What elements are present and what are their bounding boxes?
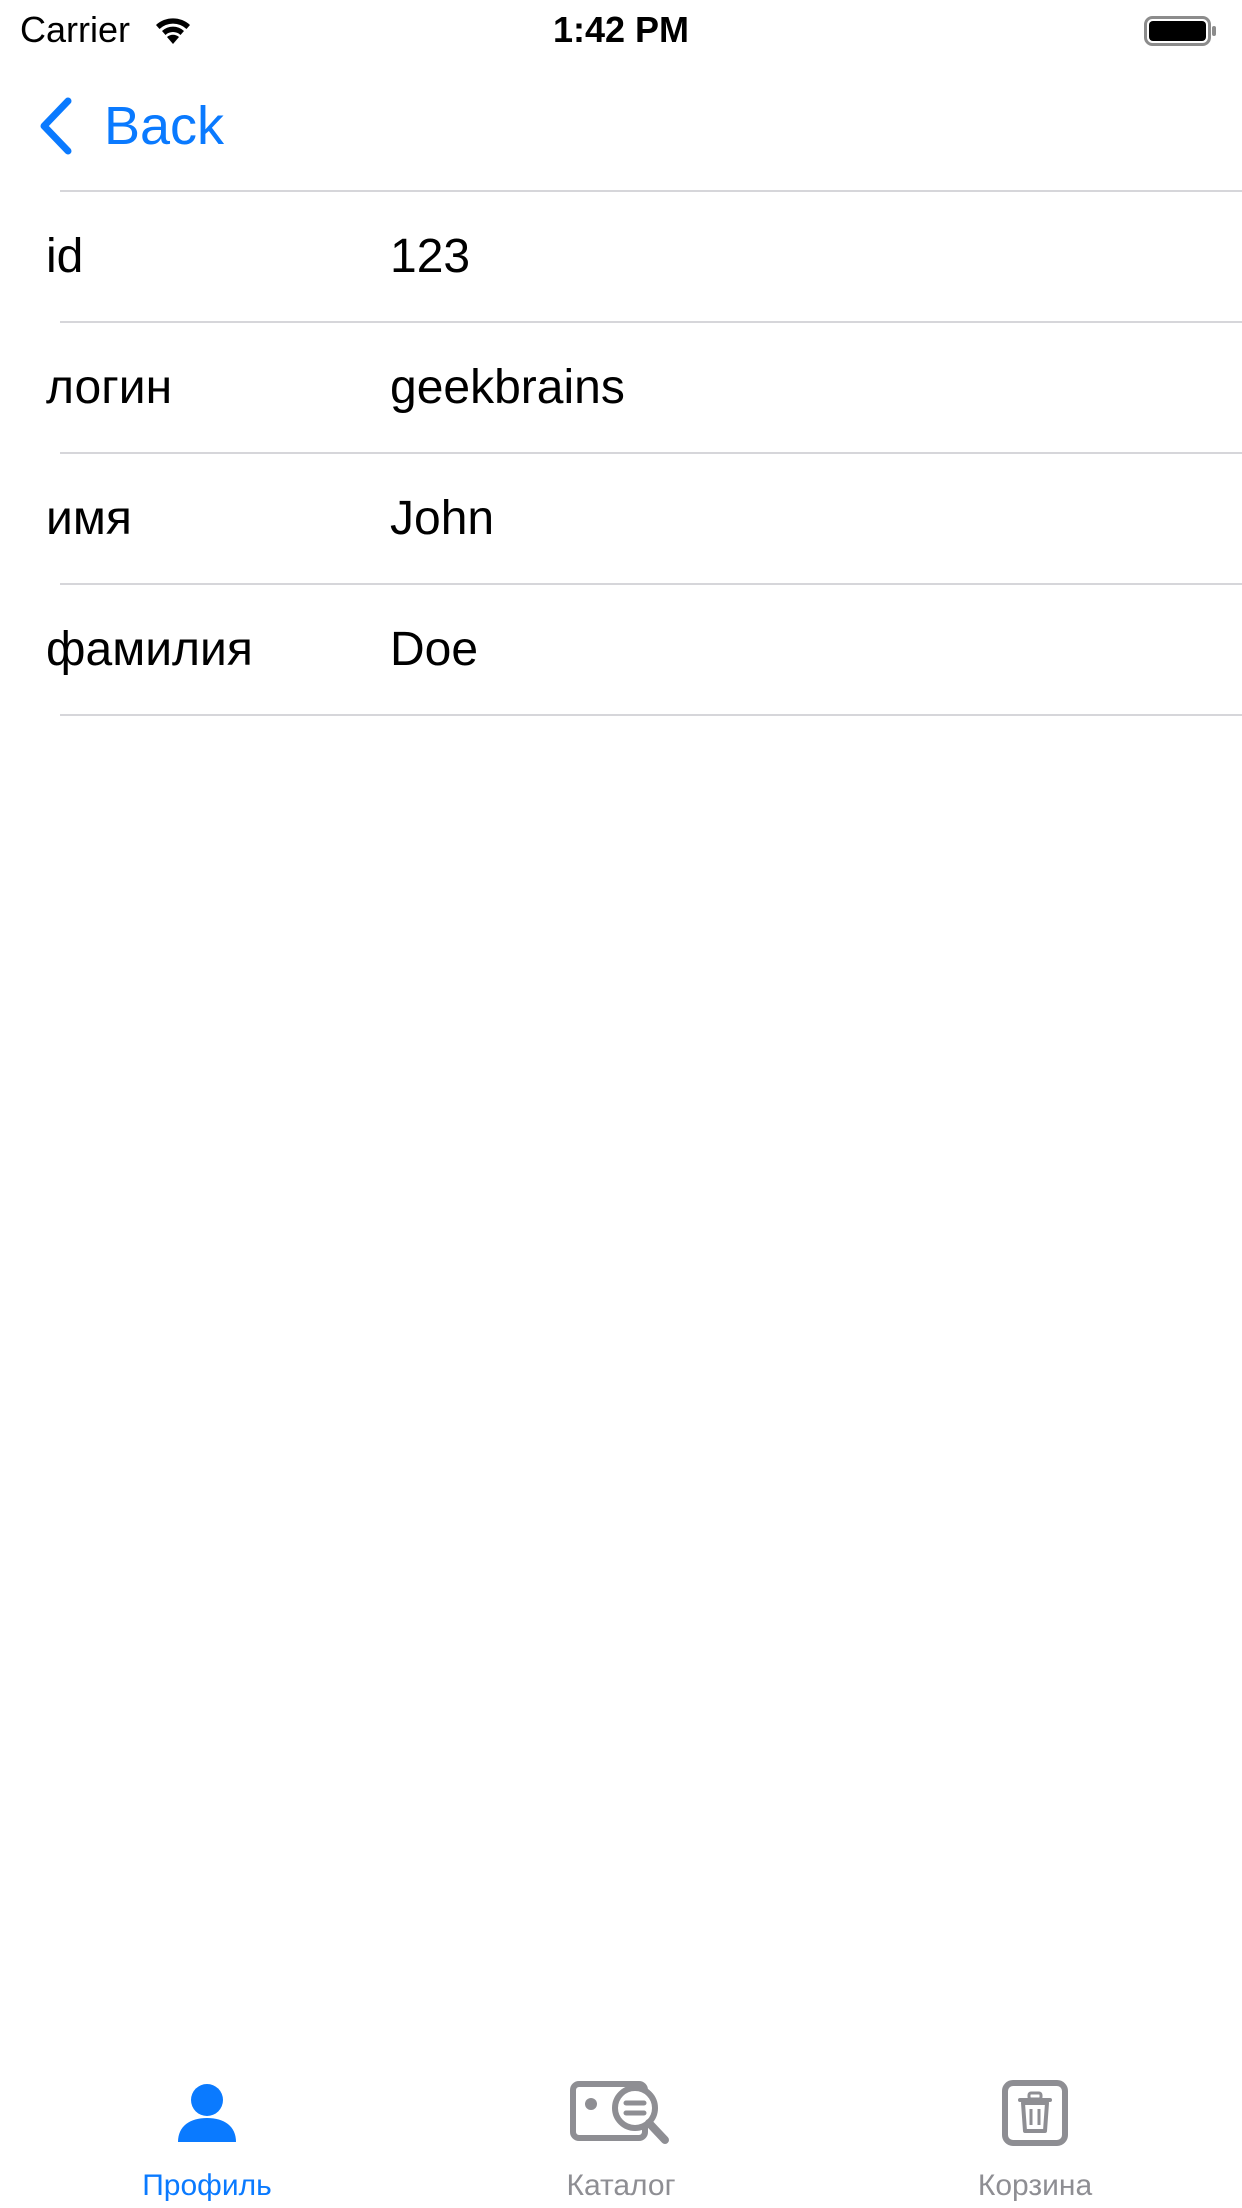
row-key: id [46,229,84,283]
profile-table: id 123 логин geekbrains имя John фамилия… [0,190,1242,716]
row-value: John [390,491,495,545]
clock: 1:42 PM [552,9,690,50]
tab-catalog[interactable]: Каталог [414,2060,828,2208]
catalog-search-icon [570,2081,669,2144]
tab-cart[interactable]: Корзина [828,2060,1242,2208]
row-separator [60,714,1242,716]
row-key: имя [46,491,132,545]
row-value: geekbrains [390,360,625,414]
tab-profile[interactable]: Профиль [0,2060,414,2208]
row-value: 123 [390,229,471,283]
status-bar: Carrier 1:42 PM [0,0,1242,60]
tab-bar: Профиль Каталог Корзина [0,2060,1242,2208]
chevron-left-icon [40,97,72,155]
navigation-bar: Back [0,66,1242,186]
battery-icon [1144,16,1216,46]
person-icon [178,2084,236,2142]
table-row-id[interactable]: id 123 [0,192,1242,321]
table-row-login[interactable]: логин geekbrains [0,323,1242,452]
tab-label: Профиль [142,2169,272,2202]
tab-label: Каталог [566,2169,676,2202]
trash-icon [1002,2080,1068,2146]
row-key: логин [46,360,173,414]
row-value: Doe [390,622,479,676]
table-row-surname[interactable]: фамилия Doe [0,585,1242,714]
row-key: фамилия [46,622,253,676]
tab-label: Корзина [977,2169,1093,2202]
back-button[interactable]: Back [36,90,224,162]
table-row-name[interactable]: имя John [0,454,1242,583]
back-label: Back [104,96,225,156]
